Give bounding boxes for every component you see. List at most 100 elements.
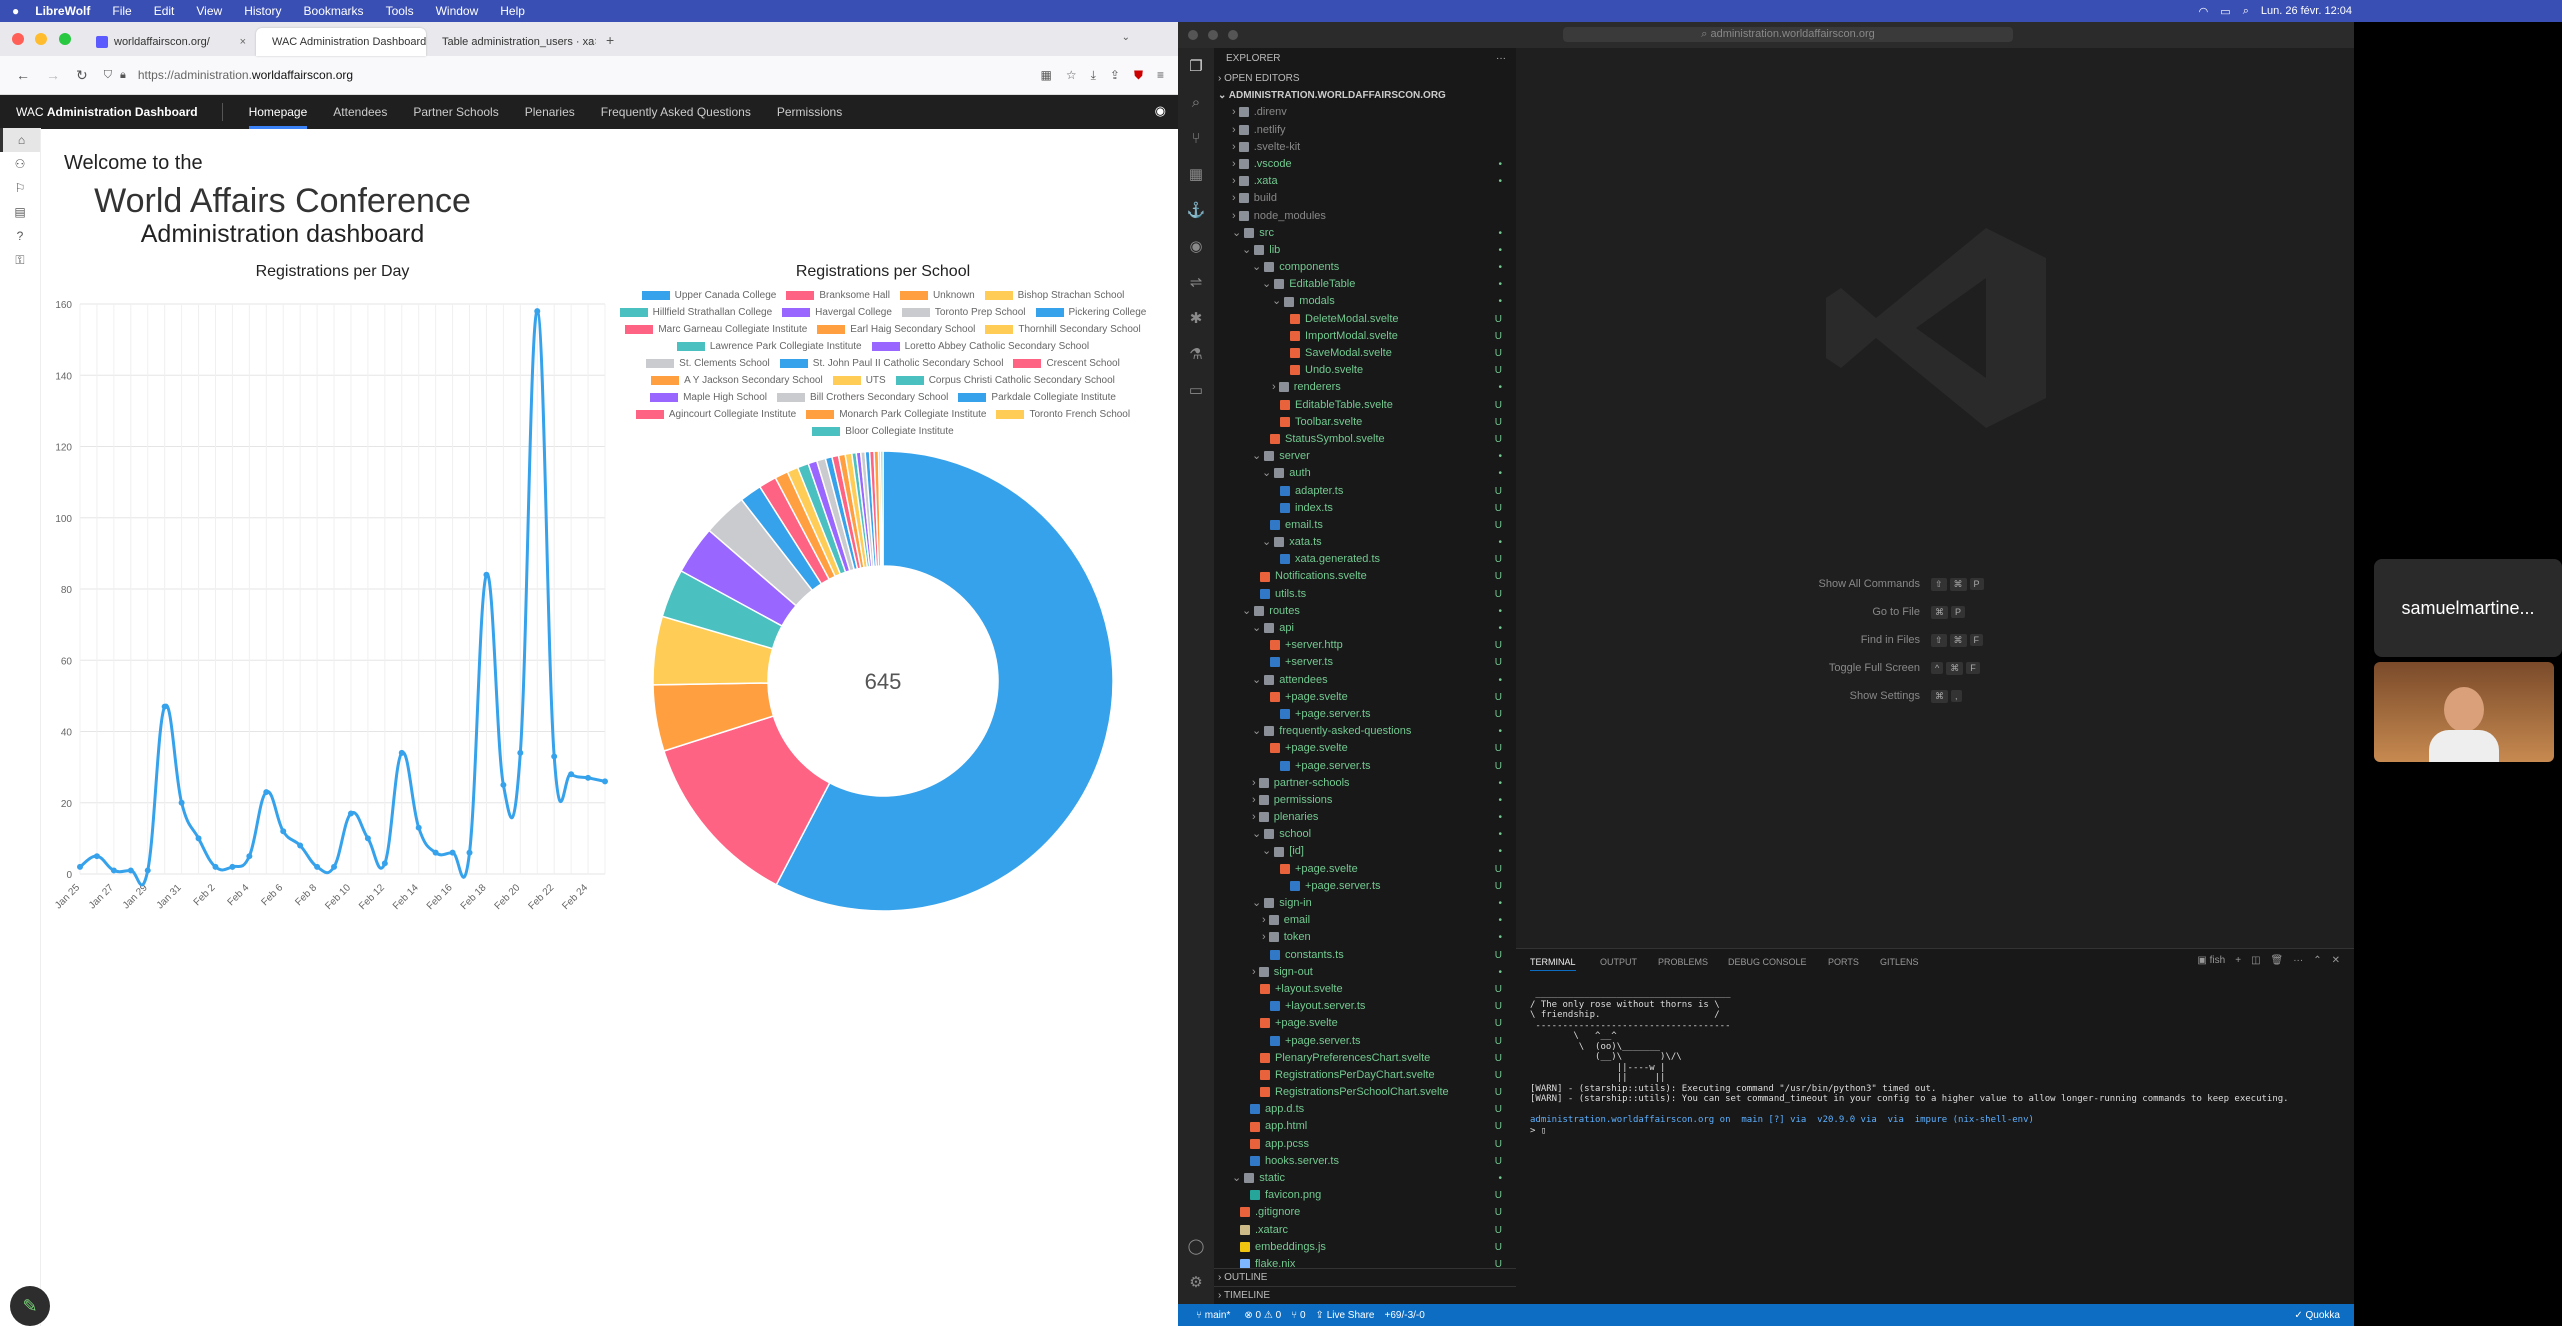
legend-item[interactable]: Crescent School: [1013, 358, 1120, 369]
explorer-folder[interactable]: ⌄ auth •: [1214, 465, 1516, 482]
explorer-folder[interactable]: ⌄ static •: [1214, 1170, 1516, 1187]
data-point[interactable]: [381, 860, 388, 867]
explorer-folder[interactable]: › .direnv: [1214, 104, 1516, 121]
explorer-folder[interactable]: › permissions •: [1214, 792, 1516, 809]
legend-item[interactable]: Monarch Park Collegiate Institute: [806, 409, 986, 420]
explorer-file[interactable]: +layout.svelte U: [1214, 981, 1516, 998]
explorer-file[interactable]: SaveModal.svelte U: [1214, 345, 1516, 362]
data-point[interactable]: [314, 863, 321, 870]
explorer-file[interactable]: Undo.svelte U: [1214, 362, 1516, 379]
open-editors-section[interactable]: › OPEN EDITORS: [1214, 70, 1516, 87]
data-point[interactable]: [432, 849, 439, 856]
explorer-folder[interactable]: ⌄ school •: [1214, 826, 1516, 843]
testing-icon[interactable]: ⚗: [1178, 336, 1214, 372]
explorer-file[interactable]: RegistrationsPerSchoolChart.svelte U: [1214, 1084, 1516, 1101]
explorer-file[interactable]: EditableTable.svelte U: [1214, 397, 1516, 414]
legend-item[interactable]: Corpus Christi Catholic Secondary School: [895, 375, 1115, 386]
explorer-file[interactable]: hooks.server.ts U: [1214, 1153, 1516, 1170]
explorer-file[interactable]: +page.svelte U: [1214, 861, 1516, 878]
split-terminal-icon[interactable]: ◫: [2251, 955, 2260, 966]
explorer-file[interactable]: +page.svelte U: [1214, 740, 1516, 757]
explorer-folder[interactable]: › .netlify: [1214, 122, 1516, 139]
explorer-file[interactable]: +page.server.ts U: [1214, 758, 1516, 775]
explorer-folder[interactable]: ⌄ components •: [1214, 259, 1516, 276]
data-point[interactable]: [551, 753, 558, 760]
explorer-folder[interactable]: › renderers •: [1214, 379, 1516, 396]
explorer-icon[interactable]: ❐: [1178, 48, 1214, 84]
liveshare-status[interactable]: ⇪ Live Share: [1316, 1310, 1375, 1321]
account-icon[interactable]: ◉: [1155, 103, 1166, 119]
explorer-file[interactable]: xata.generated.ts U: [1214, 551, 1516, 568]
nav-permissions[interactable]: Permissions: [777, 95, 842, 129]
explorer-folder[interactable]: ⌄ lib •: [1214, 242, 1516, 259]
bookmark-icon[interactable]: ☆: [1066, 68, 1077, 83]
extensions-icon[interactable]: ▦: [1178, 156, 1214, 192]
data-point[interactable]: [280, 828, 287, 835]
explorer-file[interactable]: +page.svelte U: [1214, 689, 1516, 706]
ports-status[interactable]: ⑂ 0: [1291, 1310, 1305, 1321]
legend-item[interactable]: Marc Garneau Collegiate Institute: [625, 324, 807, 335]
apple-icon[interactable]: ●: [12, 4, 19, 18]
problems-status[interactable]: ⊗ 0 ⚠ 0: [1244, 1310, 1281, 1321]
url-input[interactable]: https://administration.worldaffairscon.o…: [138, 68, 353, 82]
explorer-file[interactable]: +page.server.ts U: [1214, 878, 1516, 895]
browser-tab[interactable]: worldaffairscon.org/ ×: [86, 28, 256, 56]
explorer-file[interactable]: +page.server.ts U: [1214, 1033, 1516, 1050]
data-point[interactable]: [602, 778, 608, 785]
browser-tab[interactable]: WAC Administration Dashboard×: [256, 28, 426, 56]
legend-item[interactable]: Bill Crothers Secondary School: [777, 392, 948, 403]
close-icon[interactable]: ×: [240, 36, 246, 48]
data-point[interactable]: [331, 863, 338, 870]
menu-item[interactable]: Window: [436, 4, 479, 18]
more-actions-icon[interactable]: ···: [1496, 48, 1506, 70]
trash-icon[interactable]: 🗑︎: [2271, 955, 2284, 966]
legend-item[interactable]: Lawrence Park Collegiate Institute: [676, 341, 862, 352]
data-point[interactable]: [161, 703, 168, 710]
legend-item[interactable]: Pickering College: [1035, 307, 1146, 318]
panel-tab-terminal[interactable]: TERMINAL: [1530, 957, 1576, 971]
panel-tab-debug-console[interactable]: DEBUG CONSOLE: [1728, 957, 1807, 967]
explorer-file[interactable]: RegistrationsPerDayChart.svelte U: [1214, 1067, 1516, 1084]
explorer-folder[interactable]: ⌄ api •: [1214, 620, 1516, 637]
panel-tab-ports[interactable]: PORTS: [1828, 957, 1859, 967]
shortcut-hint[interactable]: Show All Commands ⇧ ⌘ P: [1516, 578, 1988, 591]
pie-slice[interactable]: [880, 450, 884, 567]
legend-item[interactable]: Havergal College: [782, 307, 892, 318]
explorer-file[interactable]: app.pcss U: [1214, 1136, 1516, 1153]
explorer-file[interactable]: constants.ts U: [1214, 947, 1516, 964]
shortcut-hint[interactable]: Find in Files ⇧ ⌘ F: [1516, 634, 1988, 647]
ublock-icon[interactable]: ⛊: [1134, 68, 1143, 83]
legend-item[interactable]: St. John Paul II Catholic Secondary Scho…: [779, 358, 1003, 369]
project-section[interactable]: ⌄ ADMINISTRATION.WORLDAFFAIRSCON.ORG: [1214, 87, 1516, 104]
explorer-file[interactable]: .gitignore U: [1214, 1204, 1516, 1221]
data-point[interactable]: [449, 849, 456, 856]
outline-section[interactable]: › OUTLINE: [1214, 1268, 1516, 1286]
wifi-icon[interactable]: ◠: [2199, 5, 2209, 18]
forward-icon[interactable]: →: [46, 67, 60, 83]
attendees-icon[interactable]: ⚇: [0, 152, 40, 176]
data-point[interactable]: [517, 749, 524, 756]
shortcut-hint[interactable]: Toggle Full Screen ^ ⌘ F: [1516, 662, 1988, 675]
menu-item[interactable]: Tools: [386, 4, 414, 18]
explorer-folder[interactable]: ⌄ frequently-asked-questions •: [1214, 723, 1516, 740]
explorer-file[interactable]: +server.ts U: [1214, 654, 1516, 671]
more-actions-icon[interactable]: ···: [2293, 955, 2303, 966]
data-point[interactable]: [77, 863, 83, 870]
legend-item[interactable]: St. Clements School: [646, 358, 770, 369]
legend-item[interactable]: Thornhill Secondary School: [985, 324, 1141, 335]
legend-item[interactable]: Agincourt Collegiate Institute: [635, 409, 796, 420]
data-point[interactable]: [364, 835, 371, 842]
nav-frequently-asked-questions[interactable]: Frequently Asked Questions: [601, 95, 751, 129]
anchor-icon[interactable]: ⚓: [1178, 192, 1214, 228]
close-window-button[interactable]: [12, 33, 24, 45]
explorer-folder[interactable]: ⌄ sign-in •: [1214, 895, 1516, 912]
git-changes-status[interactable]: +69/-3/-0: [1385, 1310, 1425, 1321]
legend-item[interactable]: Bloor Collegiate Institute: [812, 426, 954, 437]
explorer-file[interactable]: ImportModal.svelte U: [1214, 328, 1516, 345]
gear-icon[interactable]: ⚙: [1178, 1264, 1214, 1300]
back-icon[interactable]: ←: [16, 67, 30, 83]
timeline-section[interactable]: › TIMELINE: [1214, 1286, 1516, 1304]
minimize-window-button[interactable]: [35, 33, 48, 45]
git-branch-status[interactable]: ⑂ main*: [1196, 1310, 1230, 1321]
explorer-folder[interactable]: ⌄ attendees •: [1214, 672, 1516, 689]
